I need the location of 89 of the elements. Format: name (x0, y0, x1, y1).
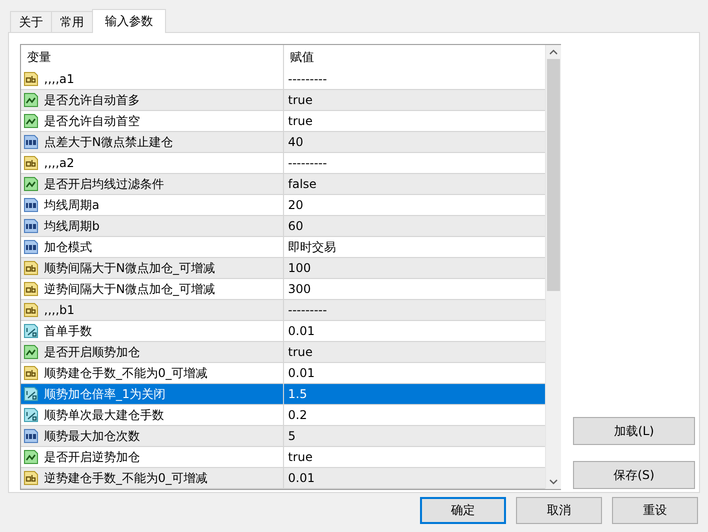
table-row[interactable]: 首单手数 0.01 (21, 321, 545, 342)
bool-type-icon (23, 344, 39, 360)
string-type-icon (23, 260, 39, 276)
parameter-name: 均线周期b (44, 218, 100, 234)
table-row[interactable]: 是否开启均线过滤条件 false (21, 174, 545, 195)
double-type-icon (23, 323, 39, 339)
int-type-icon (23, 428, 39, 444)
parameter-name: 加仓模式 (44, 238, 92, 256)
parameter-name: 均线周期a (44, 196, 100, 214)
table-row[interactable]: 均线周期a 20 (21, 195, 545, 216)
parameter-value: true (288, 450, 313, 464)
parameter-value: --------- (288, 303, 327, 317)
parameter-name: 顺势建仓手数_不能为0_可增减 (44, 364, 208, 382)
parameter-name: 逆势间隔大于N微点加仓_可增减 (44, 280, 215, 298)
parameter-name: 首单手数 (44, 322, 92, 340)
parameter-value: 1.5 (288, 387, 308, 401)
parameter-value: 300 (288, 282, 311, 296)
parameter-value: 0.01 (288, 366, 315, 380)
table-row[interactable]: ,,,,a1 --------- (21, 69, 545, 90)
parameter-value: 0.01 (288, 324, 315, 338)
parameter-name: 逆势建仓手数_不能为0_可增减 (44, 470, 208, 486)
parameter-value: 60 (288, 219, 304, 233)
parameter-name: ,,,,a2 (44, 156, 74, 170)
string-type-icon (23, 281, 39, 297)
parameter-name: 是否开启均线过滤条件 (44, 176, 164, 192)
dialog-button[interactable]: 重设 (612, 497, 698, 524)
parameter-value: true (288, 93, 313, 107)
parameter-name: 顺势加仓倍率_1为关闭 (44, 386, 166, 402)
load-button[interactable]: 加载(L) (573, 417, 695, 445)
parameter-value: 20 (288, 198, 304, 212)
bool-type-icon (23, 92, 39, 108)
int-type-icon (23, 134, 39, 150)
dialog-button[interactable]: 确定 (420, 497, 506, 524)
table-row[interactable]: 均线周期b 60 (21, 216, 545, 237)
string-type-icon (23, 470, 39, 486)
double-type-icon (23, 386, 39, 402)
scrollbar[interactable] (545, 45, 561, 489)
save-button[interactable]: 保存(S) (573, 461, 695, 489)
parameter-name: 是否开启逆势加仓 (44, 448, 140, 466)
parameter-value: 100 (288, 261, 311, 275)
int-type-icon (23, 218, 39, 234)
parameter-name: 顺势最大加仓次数 (44, 428, 140, 444)
bool-type-icon (23, 113, 39, 129)
parameter-value: true (288, 345, 313, 359)
parameter-name: ,,,,b1 (44, 303, 75, 317)
parameter-name: 是否开启顺势加仓 (44, 344, 140, 360)
string-type-icon (23, 71, 39, 87)
table-row[interactable]: 加仓模式 即时交易 (21, 237, 545, 258)
table-row[interactable]: 顺势建仓手数_不能为0_可增减 0.01 (21, 363, 545, 384)
parameter-name: 顺势单次最大建仓手数 (44, 406, 164, 424)
parameter-value: 0.2 (288, 408, 308, 422)
table-row[interactable]: ,,,,b1 --------- (21, 300, 545, 321)
scrollbar-thumb[interactable] (547, 59, 560, 291)
table-row[interactable]: 点差大于N微点禁止建仓 40 (21, 132, 545, 153)
table-row[interactable]: 是否开启顺势加仓 true (21, 342, 545, 363)
tab[interactable]: 关于 (10, 11, 52, 32)
string-type-icon (23, 302, 39, 318)
table-row[interactable]: 是否允许自动首多 true (21, 90, 545, 111)
parameter-name: 顺势间隔大于N微点加仓_可增减 (44, 260, 215, 276)
parameter-value: 即时交易 (288, 238, 336, 256)
parameter-value: true (288, 114, 313, 128)
parameter-value: 0.01 (288, 471, 315, 485)
parameter-value: 40 (288, 135, 304, 149)
parameter-name: 是否允许自动首多 (44, 92, 140, 108)
parameter-name: 点差大于N微点禁止建仓 (44, 134, 173, 150)
bool-type-icon (23, 449, 39, 465)
table-row[interactable]: 逆势间隔大于N微点加仓_可增减 300 (21, 279, 545, 300)
parameter-name: ,,,,a1 (44, 72, 74, 86)
table-row[interactable]: 顺势单次最大建仓手数 0.2 (21, 405, 545, 426)
table-row[interactable]: 是否开启逆势加仓 true (21, 447, 545, 468)
table-row[interactable]: ,,,,a2 --------- (21, 153, 545, 174)
bool-type-icon (23, 176, 39, 192)
parameter-value: false (288, 177, 317, 191)
string-type-icon (23, 365, 39, 381)
int-type-icon (23, 197, 39, 213)
table-row[interactable]: 顺势最大加仓次数 5 (21, 426, 545, 447)
table-row[interactable]: 顺势加仓倍率_1为关闭 1.5 (21, 384, 545, 405)
parameter-value: 5 (288, 429, 296, 443)
table-row[interactable]: 是否允许自动首空 true (21, 111, 545, 132)
dialog-button[interactable]: 取消 (516, 497, 602, 524)
string-type-icon (23, 155, 39, 171)
tab[interactable]: 输入参数 (92, 9, 166, 33)
parameter-value: --------- (288, 72, 327, 86)
table-row[interactable]: 顺势间隔大于N微点加仓_可增减 100 (21, 258, 545, 279)
double-type-icon (23, 407, 39, 423)
parameter-name: 是否允许自动首空 (44, 112, 140, 130)
int-type-icon (23, 239, 39, 255)
table-row[interactable]: 逆势建仓手数_不能为0_可增减 0.01 (21, 468, 545, 489)
parameter-value: --------- (288, 156, 327, 170)
